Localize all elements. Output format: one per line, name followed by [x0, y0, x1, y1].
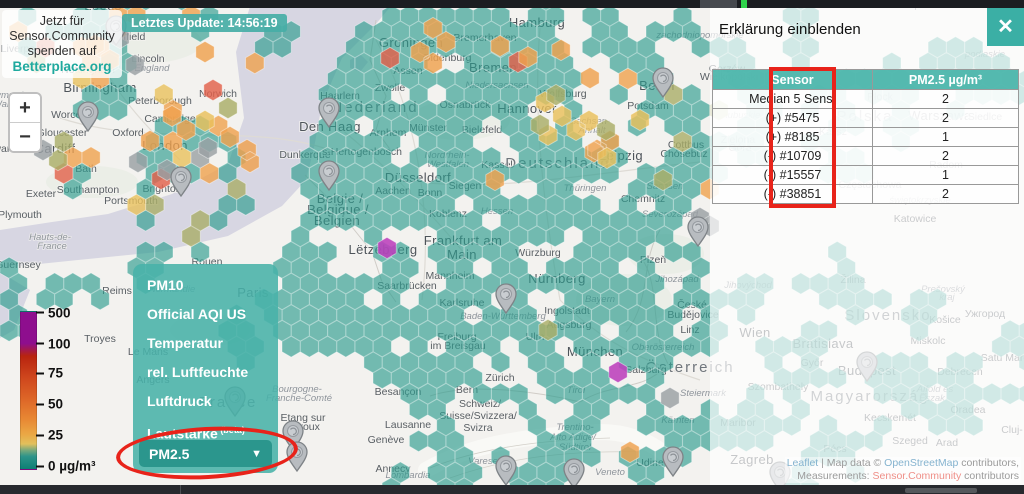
scale-tick-100: 100: [36, 336, 71, 351]
attribution-line2: Measurements: Sensor.Community contribut…: [787, 470, 1019, 483]
donate-line3: spenden auf: [4, 44, 120, 59]
map-label: Exeter: [26, 188, 57, 200]
map-label: France: [37, 241, 67, 252]
layer-item-pm10[interactable]: PM10: [133, 271, 278, 300]
map-label: Svizra: [463, 422, 492, 434]
last-update-badge: Letztes Update: 14:56:19: [122, 14, 287, 32]
layer-item-luftdruck[interactable]: Luftdruck: [133, 387, 278, 416]
window-top-strip: [0, 0, 1024, 8]
layer-item-temperatur[interactable]: Temperatur: [133, 329, 278, 358]
osm-link[interactable]: OpenStreetMap: [884, 457, 958, 469]
bottom-strip-handle: [905, 488, 977, 493]
sensor-table: SensorPM2.5 µg/m³ Median 5 Sens.2(+) #54…: [712, 69, 1019, 204]
map-label: Lausanne: [385, 419, 431, 431]
zoom-in-button[interactable]: +: [10, 94, 40, 122]
map-label: Troyes: [84, 333, 116, 345]
map-pin-icon[interactable]: [663, 447, 683, 476]
explanation-panel: Erklärung einblenden ✕ SensorPM2.5 µg/m³…: [710, 8, 1024, 485]
scale-tick-500: 500: [36, 305, 71, 320]
sensor-community-link[interactable]: Sensor.Community: [873, 470, 962, 482]
donate-line2: Sensor.Community: [4, 29, 120, 44]
zoom-out-button[interactable]: −: [10, 122, 40, 151]
sensor-table-header-1: PM2.5 µg/m³: [873, 70, 1019, 90]
map-zoom-control: + −: [8, 92, 42, 153]
window-bottom-strip: [0, 485, 1024, 494]
table-row: (+) #81851: [713, 128, 1019, 147]
scale-tick-75: 75: [36, 366, 63, 381]
bottom-strip-divider: [180, 485, 181, 494]
scale-tick-25: 25: [36, 428, 63, 443]
map-label: Veneto: [595, 467, 625, 478]
top-strip-green-indicator: [741, 0, 747, 8]
leaflet-link[interactable]: Leaflet: [787, 457, 819, 469]
betterplace-link[interactable]: Betterplace.org: [4, 59, 120, 74]
attribution-line1: Leaflet | Map data © OpenStreetMap contr…: [787, 457, 1019, 470]
table-row: (-) #155571: [713, 166, 1019, 185]
map-pin-icon[interactable]: [564, 459, 584, 488]
panel-title-toggle[interactable]: Erklärung einblenden: [719, 21, 861, 38]
layer-item-aqi-us[interactable]: Official AQI US: [133, 300, 278, 329]
layer-item-luftfeuchte[interactable]: rel. Luftfeuchte: [133, 358, 278, 387]
scale-tick-0gm: 0 µg/m³: [36, 459, 96, 474]
table-row: (+) #54752: [713, 109, 1019, 128]
map-label: Zürich: [485, 372, 514, 384]
donate-line1: Jetzt für: [4, 14, 120, 29]
color-scale-gradient-bar: [20, 311, 37, 470]
table-row: Median 5 Sens.2: [713, 90, 1019, 109]
map-attribution: Leaflet | Map data © OpenStreetMap contr…: [785, 457, 1021, 483]
scale-tick-50: 50: [36, 397, 63, 412]
map-label: Oxford: [112, 127, 144, 139]
table-row: (-) #107092: [713, 147, 1019, 166]
map-label: Genève: [368, 434, 405, 446]
table-row: (-) #388512: [713, 185, 1019, 204]
top-strip-segment: [700, 0, 737, 8]
close-icon[interactable]: ✕: [987, 6, 1024, 46]
annotation-box-sensor-column: [769, 67, 836, 208]
map-label: Plymouth: [0, 209, 42, 221]
donate-box: Jetzt für Sensor.Community spenden auf B…: [2, 10, 122, 78]
